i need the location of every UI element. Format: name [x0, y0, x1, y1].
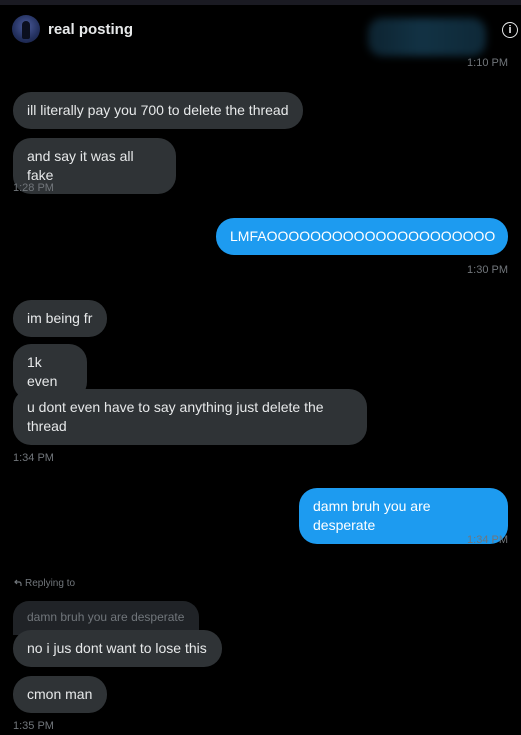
reply-indicator: Replying to: [13, 578, 75, 589]
avatar[interactable]: [12, 15, 40, 43]
outgoing-message[interactable]: LMFAOOOOOOOOOOOOOOOOOOOOO: [216, 218, 508, 255]
conversation-title[interactable]: real posting: [48, 21, 133, 38]
timestamp: 1:34 PM: [13, 452, 54, 464]
redacted-region: [368, 18, 486, 56]
incoming-message[interactable]: u dont even have to say anything just de…: [13, 389, 367, 445]
incoming-message[interactable]: no i jus dont want to lose this: [13, 630, 222, 667]
timestamp: 1:10 PM: [467, 57, 508, 69]
window-top-edge: [0, 0, 521, 5]
info-icon[interactable]: i: [502, 22, 518, 38]
reply-icon: [14, 579, 22, 586]
incoming-message[interactable]: ill literally pay you 700 to delete the …: [13, 92, 303, 129]
reply-label: Replying to: [25, 578, 76, 589]
timestamp: 1:34 PM: [467, 534, 508, 546]
conversation-header: real posting i: [0, 8, 521, 56]
incoming-message[interactable]: cmon man: [13, 676, 107, 713]
timestamp: 1:30 PM: [467, 264, 508, 276]
timestamp: 1:35 PM: [13, 720, 54, 732]
incoming-message[interactable]: im being fr: [13, 300, 107, 337]
timestamp: 1:28 PM: [13, 182, 54, 194]
